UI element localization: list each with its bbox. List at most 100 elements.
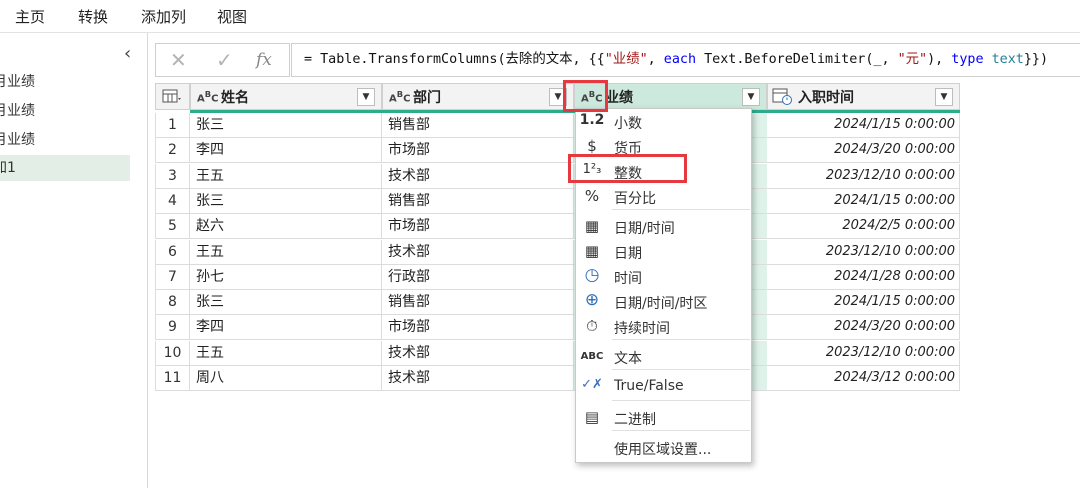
- column-filter-button[interactable]: ▼: [935, 88, 953, 106]
- table-cell-name[interactable]: 王五: [190, 163, 382, 189]
- column-filter-button[interactable]: ▼: [357, 88, 375, 106]
- row-number[interactable]: 7: [155, 264, 190, 290]
- percentage-icon: %: [584, 187, 600, 205]
- query-item[interactable]: 月业绩: [0, 127, 123, 153]
- tab-home[interactable]: 主页: [15, 6, 45, 27]
- table-cell-dept[interactable]: 销售部: [382, 290, 574, 316]
- cancel-icon[interactable]: ✕: [170, 48, 187, 72]
- formula-text: = Table.TransformColumns(去除的文本, {{: [304, 52, 605, 67]
- collapse-pane-icon[interactable]: ‹: [124, 43, 131, 64]
- table-cell-name[interactable]: 赵六: [190, 214, 382, 240]
- tab-add-column[interactable]: 添加列: [141, 6, 186, 27]
- table-cell-name[interactable]: 李四: [190, 315, 382, 341]
- menu-item-binary[interactable]: ▤ 二进制: [576, 406, 751, 431]
- menu-item-duration[interactable]: ⏱ 持续时间: [576, 315, 751, 340]
- confirm-icon[interactable]: ✓: [216, 48, 233, 72]
- table-cell-name[interactable]: 周八: [190, 366, 382, 391]
- table-cell-dept[interactable]: 技术部: [382, 239, 574, 265]
- table-cell-name[interactable]: 李四: [190, 138, 382, 164]
- row-number[interactable]: 9: [155, 315, 190, 341]
- column-header-name[interactable]: ABC 姓名 ▼: [190, 83, 382, 110]
- column-header-dept[interactable]: ABC 部门 ▼: [382, 83, 574, 110]
- table-cell-date[interactable]: 2024/2/5 0:00:00: [767, 214, 960, 240]
- table-cell-date[interactable]: 2024/3/12 0:00:00: [767, 366, 960, 391]
- row-number[interactable]: 1: [155, 113, 190, 138]
- menu-item-text[interactable]: ABC 文本: [576, 345, 751, 370]
- table-cell-dept[interactable]: 市场部: [382, 138, 574, 164]
- table-cell-date[interactable]: 2024/1/15 0:00:00: [767, 188, 960, 214]
- table-cell-date[interactable]: 2024/1/15 0:00:00: [767, 290, 960, 316]
- menu-item-label: 使用区域设置...: [614, 442, 712, 458]
- abc-text-icon: ABC: [197, 89, 219, 105]
- menu-item-locale[interactable]: 使用区域设置...: [576, 436, 751, 461]
- table-cell-date[interactable]: 2023/12/10 0:00:00: [767, 239, 960, 265]
- menu-item-label: True/False: [614, 378, 684, 394]
- formula-string: "业绩": [604, 52, 648, 67]
- menu-item-decimal[interactable]: 1.2 小数: [576, 110, 751, 135]
- table-cell-date[interactable]: 2024/3/20 0:00:00: [767, 315, 960, 341]
- tab-transform[interactable]: 转换: [78, 6, 108, 27]
- formula-text: ),: [927, 52, 952, 67]
- table-cell-date[interactable]: 2023/12/10 0:00:00: [767, 340, 960, 366]
- formula-type: text: [991, 52, 1024, 67]
- row-number[interactable]: 2: [155, 138, 190, 164]
- table-cell-name[interactable]: 张三: [190, 113, 382, 138]
- table-cell-dept[interactable]: 技术部: [382, 340, 574, 366]
- formula-text: ,: [647, 52, 664, 67]
- table-cell-name[interactable]: 张三: [190, 290, 382, 316]
- menu-item-datetime[interactable]: ▦ 日期/时间: [576, 215, 751, 240]
- text-icon: ABC: [580, 351, 604, 362]
- table-cell-name[interactable]: 王五: [190, 239, 382, 265]
- formula-keyword: type: [951, 52, 984, 67]
- menu-item-time[interactable]: ◷ 时间: [576, 265, 751, 290]
- time-icon: ◷: [584, 265, 600, 285]
- query-item[interactable]: 月业绩: [0, 98, 123, 124]
- fx-icon[interactable]: fx: [256, 50, 272, 70]
- row-number[interactable]: 8: [155, 290, 190, 316]
- row-number[interactable]: 6: [155, 239, 190, 265]
- column-header-hire-date[interactable]: 入职时间 ▼: [767, 83, 960, 110]
- row-number[interactable]: 10: [155, 340, 190, 366]
- menu-item-label: 时间: [614, 271, 642, 287]
- table-cell-name[interactable]: 张三: [190, 188, 382, 214]
- tab-view[interactable]: 视图: [217, 6, 247, 27]
- table-cell-dept[interactable]: 销售部: [382, 113, 574, 138]
- table-cell-name[interactable]: 王五: [190, 340, 382, 366]
- menu-separator: [612, 369, 750, 370]
- menu-item-label: 日期: [614, 246, 642, 262]
- highlight-integer-option: [568, 154, 687, 183]
- row-number[interactable]: 4: [155, 188, 190, 214]
- table-cell-dept[interactable]: 行政部: [382, 264, 574, 290]
- table-cell-dept[interactable]: 市场部: [382, 214, 574, 240]
- duration-icon: ⏱: [586, 317, 598, 335]
- truefalse-icon: ✓✗: [581, 377, 603, 392]
- menu-item-label: 日期/时间/时区: [614, 296, 708, 312]
- table-cell-date[interactable]: 2024/3/20 0:00:00: [767, 138, 960, 164]
- table-cell-dept[interactable]: 技术部: [382, 163, 574, 189]
- query-item-selected[interactable]: 加1: [0, 155, 130, 181]
- formula-input[interactable]: = Table.TransformColumns(去除的文本, {{"业绩", …: [291, 43, 1080, 77]
- row-number[interactable]: 5: [155, 214, 190, 240]
- table-cell-name[interactable]: 孙七: [190, 264, 382, 290]
- menu-item-datetimezone[interactable]: ⊕ 日期/时间/时区: [576, 290, 751, 315]
- table-menu-button[interactable]: [155, 83, 190, 110]
- table-cell-dept[interactable]: 市场部: [382, 315, 574, 341]
- table-cell-dept[interactable]: 销售部: [382, 188, 574, 214]
- highlight-type-icon: [563, 80, 608, 112]
- menu-separator: [612, 400, 750, 401]
- row-number[interactable]: 11: [155, 366, 190, 391]
- column-filter-button[interactable]: ▼: [742, 88, 760, 106]
- table-cell-dept[interactable]: 技术部: [382, 366, 574, 391]
- decimal-icon: 1.2: [579, 112, 605, 128]
- menu-item-label: 持续时间: [614, 321, 670, 337]
- menu-item-truefalse[interactable]: ✓✗ True/False: [576, 375, 751, 400]
- datetime-icon: [772, 88, 792, 105]
- menu-item-label: 二进制: [614, 412, 656, 428]
- query-item[interactable]: 月业绩: [0, 69, 123, 95]
- row-number[interactable]: 3: [155, 163, 190, 189]
- table-cell-date[interactable]: 2023/12/10 0:00:00: [767, 163, 960, 189]
- menu-item-percentage[interactable]: % 百分比: [576, 185, 751, 210]
- table-cell-date[interactable]: 2024/1/28 0:00:00: [767, 264, 960, 290]
- menu-item-date[interactable]: ▦ 日期: [576, 240, 751, 265]
- table-cell-date[interactable]: 2024/1/15 0:00:00: [767, 113, 960, 138]
